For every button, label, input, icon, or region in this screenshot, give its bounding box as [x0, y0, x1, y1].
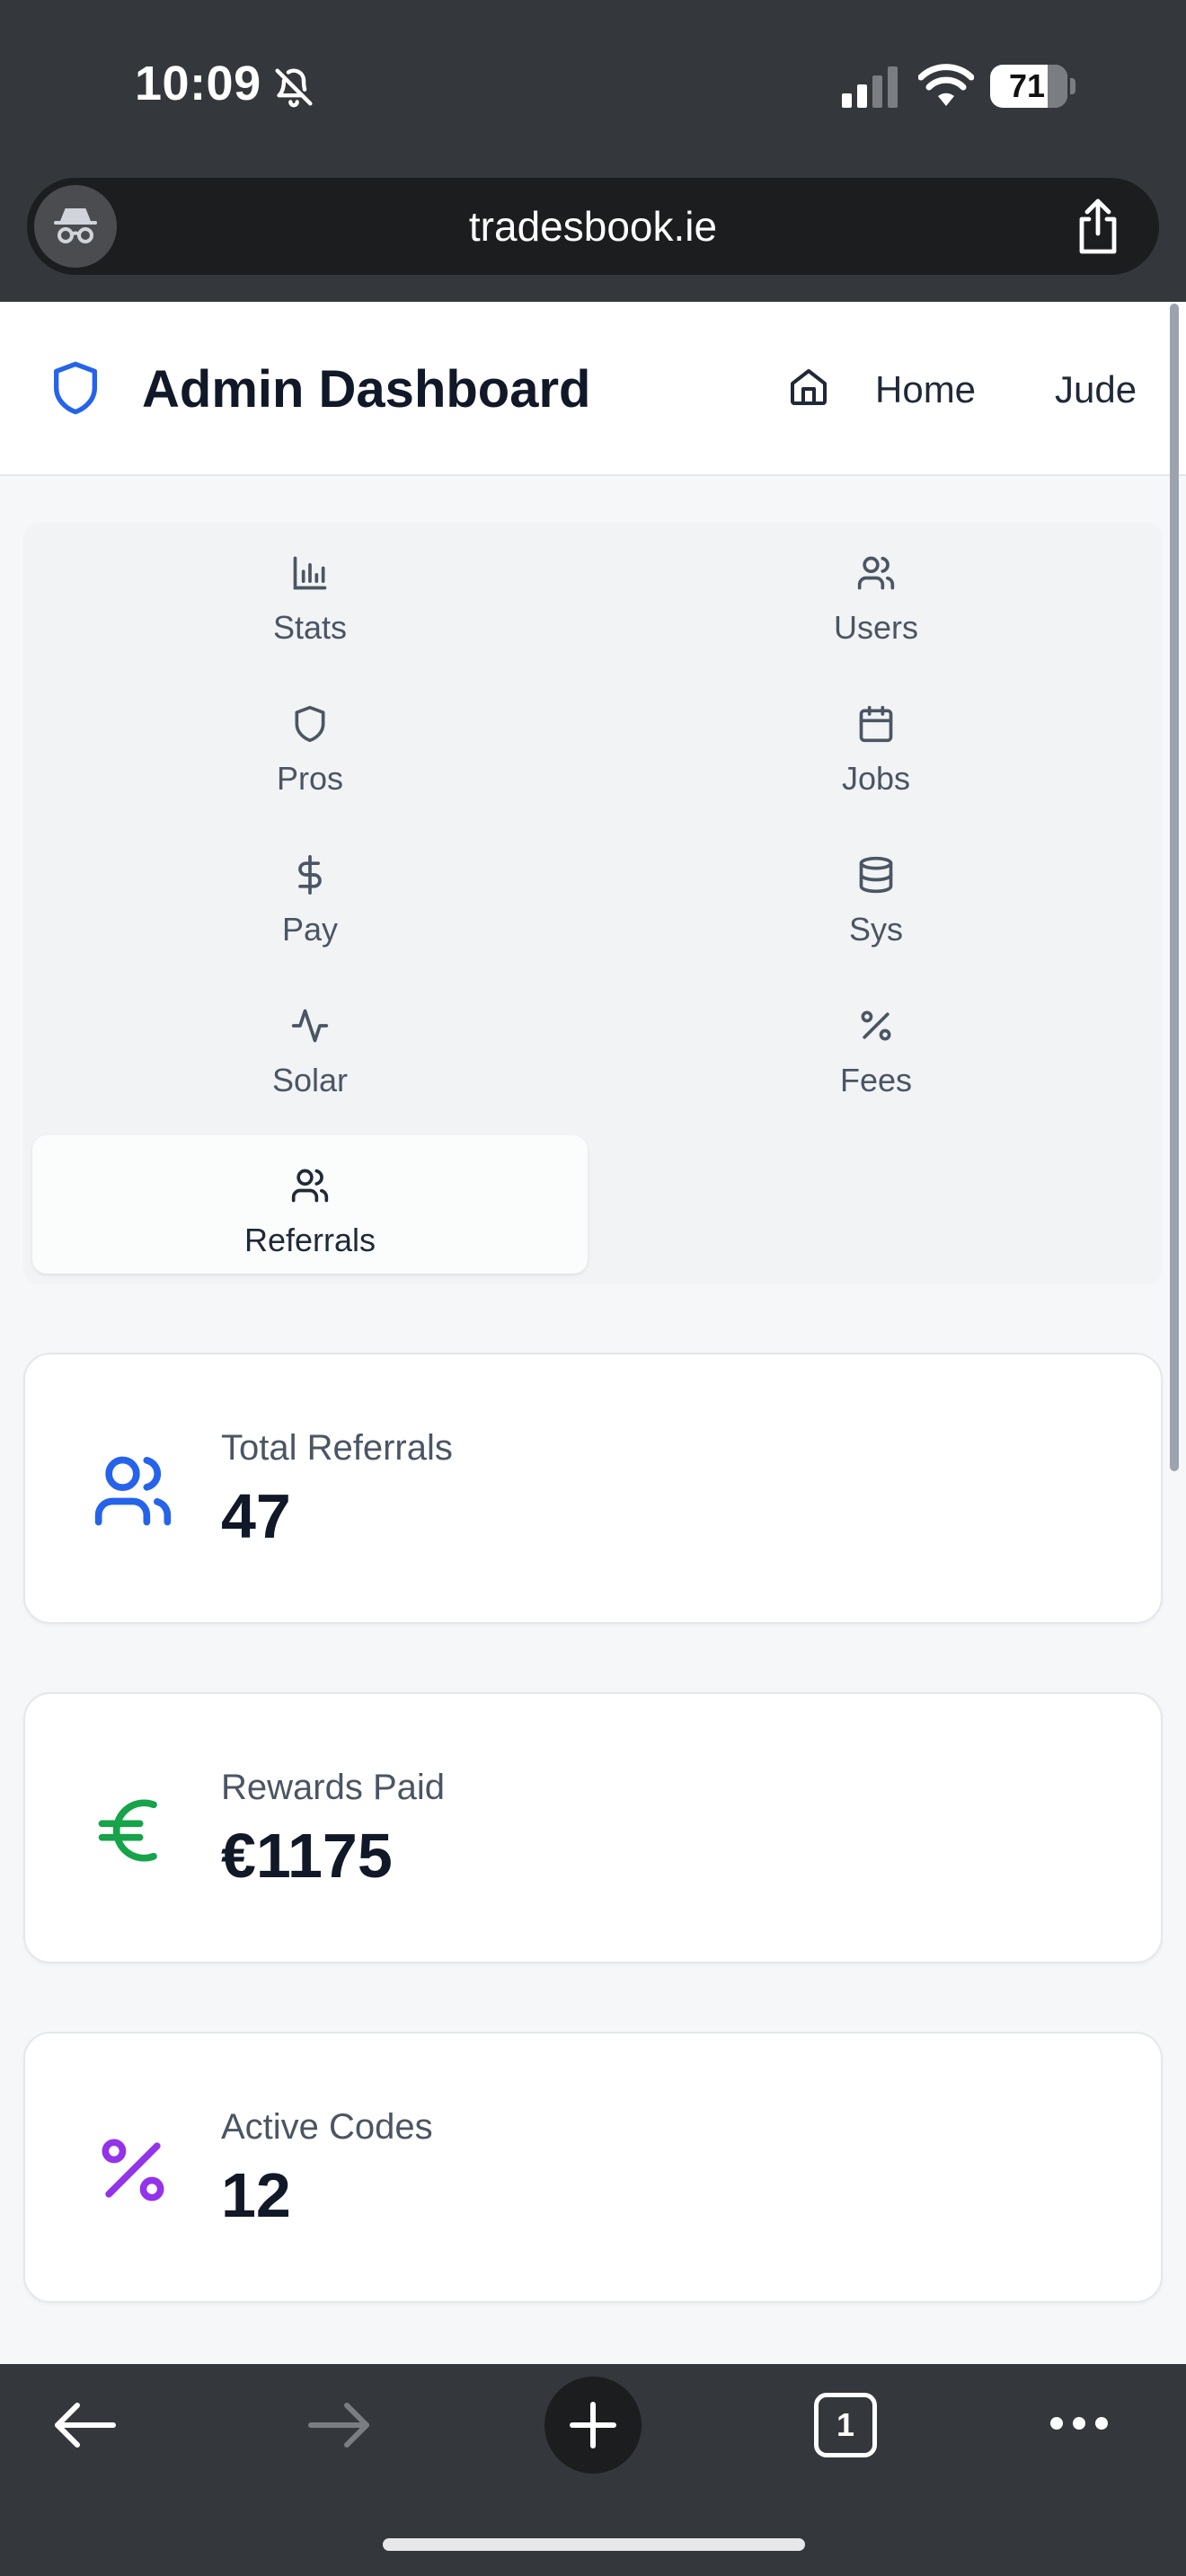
activity-icon — [291, 1009, 329, 1043]
nav-label: Pay — [281, 911, 339, 948]
bell-off-icon — [275, 68, 313, 108]
battery-icon: 71 — [990, 65, 1076, 108]
nav-item-fees[interactable]: Fees — [598, 975, 1154, 1114]
stat-label: Rewards Paid — [221, 1768, 446, 1807]
browser-top-chrome: 10:09 71 tradesbook.ie — [0, 0, 1186, 302]
stat-value: 47 — [221, 1481, 291, 1551]
new-tab-button[interactable] — [544, 2377, 642, 2474]
nav-item-pay[interactable]: Pay — [32, 825, 588, 963]
users-icon — [291, 1169, 329, 1203]
scrollbar[interactable] — [1170, 304, 1179, 1471]
wifi-icon — [918, 64, 974, 106]
nav-item-sys[interactable]: Sys — [598, 825, 1154, 963]
status-time: 10:09 — [135, 57, 261, 110]
share-icon[interactable] — [1073, 198, 1123, 255]
shield-logo-icon — [54, 361, 97, 415]
nav-label: Sys — [848, 911, 903, 948]
page-title: Admin Dashboard — [142, 360, 591, 419]
nav-label: Jobs — [841, 760, 911, 797]
dollar-icon — [298, 855, 322, 895]
admin-nav-grid: Stats Users Pros Jobs Pay Sys Solar Fees… — [23, 523, 1163, 1284]
percent-icon — [102, 2139, 164, 2201]
euro-icon — [98, 1799, 157, 1862]
stat-card-rewards-paid: Rewards Paid €1175 — [23, 1692, 1163, 1963]
calendar-icon — [859, 705, 893, 743]
users-icon — [94, 1456, 172, 1526]
stat-card-active-codes: Active Codes 12 — [23, 2032, 1163, 2303]
back-arrow-icon[interactable] — [52, 2400, 119, 2450]
percent-icon — [861, 1010, 891, 1041]
stat-card-total-referrals: Total Referrals 47 — [23, 1353, 1163, 1624]
database-icon — [859, 856, 893, 894]
nav-item-stats[interactable]: Stats — [32, 523, 588, 661]
stat-label: Active Codes — [221, 2107, 433, 2147]
nav-label: Users — [833, 609, 918, 646]
address-bar[interactable]: tradesbook.ie — [27, 178, 1159, 275]
nav-label: Referrals — [243, 1222, 376, 1258]
nav-item-pros[interactable]: Pros — [32, 674, 588, 812]
nav-label: Pros — [276, 760, 344, 797]
home-icon[interactable] — [787, 365, 830, 410]
nav-label: Solar — [271, 1062, 349, 1098]
url-text[interactable]: tradesbook.ie — [27, 178, 1159, 275]
battery-level: 71 — [1008, 67, 1046, 104]
plus-icon — [570, 2402, 616, 2448]
nav-item-solar[interactable]: Solar — [32, 975, 588, 1114]
bar-chart-icon — [293, 556, 327, 590]
more-menu-icon[interactable] — [1048, 2414, 1111, 2432]
nav-item-jobs[interactable]: Jobs — [598, 674, 1154, 812]
tab-switcher-button[interactable]: 1 — [814, 2393, 877, 2457]
home-indicator — [383, 2538, 805, 2551]
stat-label: Total Referrals — [221, 1428, 453, 1468]
nav-label: Fees — [839, 1062, 913, 1098]
forward-arrow-icon[interactable] — [305, 2400, 372, 2450]
nav-label: Stats — [272, 609, 348, 646]
nav-item-users[interactable]: Users — [598, 523, 1154, 661]
nav-item-referrals[interactable]: Referrals — [32, 1135, 588, 1274]
app-header: Admin Dashboard Home Jude — [0, 302, 1186, 476]
stat-value: 12 — [221, 2160, 291, 2230]
stat-value: €1175 — [221, 1821, 393, 1891]
home-link[interactable]: Home — [875, 365, 976, 415]
cellular-signal-icon — [842, 66, 898, 108]
users-icon — [857, 556, 895, 590]
user-menu[interactable]: Jude — [1055, 365, 1137, 415]
shield-icon — [295, 705, 325, 743]
